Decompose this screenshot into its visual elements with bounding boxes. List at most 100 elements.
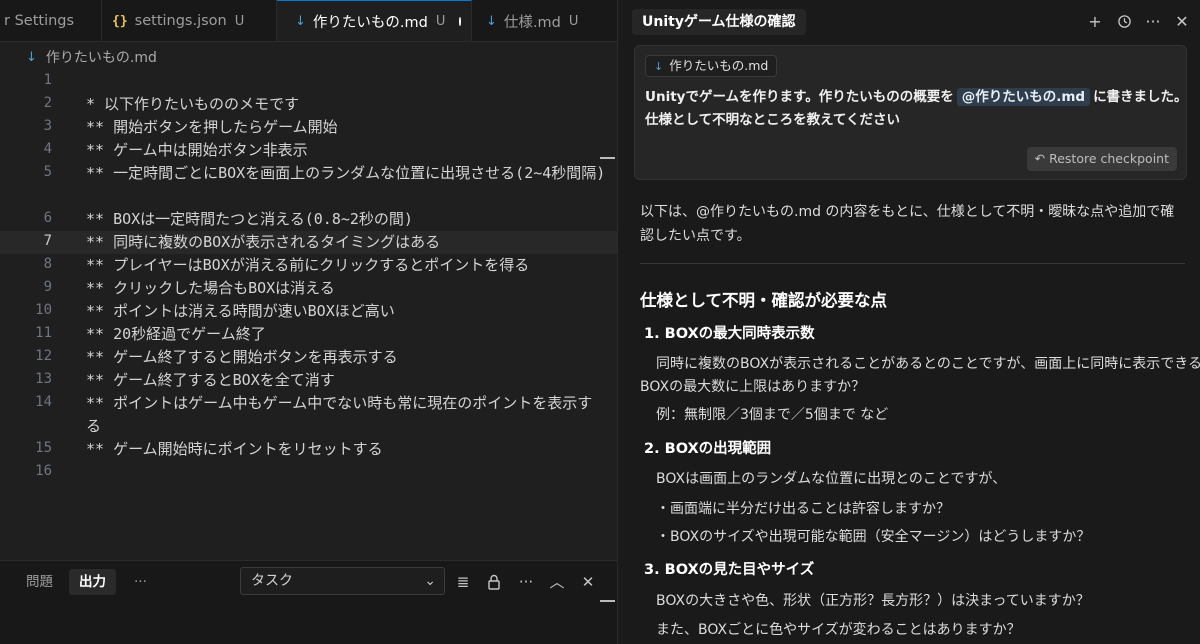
untracked-badge: U [234,13,245,29]
reply-text: BOXの大きさや色、形状（正方形？長方形？）は決まっていますか？ [656,593,1090,609]
lock-icon[interactable] [482,569,506,595]
line-text: ** ポイントは消える時間が速いBOXほど高い [86,302,395,320]
reply-text: BOXの最大数に上限はありますか？ [640,379,866,395]
line-number: 4 [43,141,52,157]
output-channel-value: タスク [251,573,293,589]
tab-output[interactable]: 出力 [69,569,116,595]
markdown-file-icon: ↓ [654,60,664,73]
line-number: 6 [43,210,52,226]
editor-line: 11 ** 20秒経過でゲーム終了 [0,323,617,346]
code-editor[interactable]: 1 2 * 以下作りたいもののメモです 3 ** 開始ボタンを押したらゲーム開始 4… [0,70,617,560]
markdown-file-icon: ↓ [486,13,497,29]
tab-label: settings.json [134,13,227,29]
editor-line: 1 [0,70,617,93]
new-chat-icon[interactable]: + [1083,9,1107,35]
unsaved-dot-icon[interactable] [459,17,461,26]
tab-tsukuritaimono-md[interactable]: ↓ 作りたいもの.md U [277,0,472,41]
line-number: 13 [35,371,52,387]
reply-text: 同時に複数のBOXが表示されることがあるとのことですが、画面上に同時に表示できる [656,356,1200,372]
tab-label: 仕様.md [503,14,561,31]
restore-label: Restore checkpoint [1049,151,1169,166]
reply-text: ・BOXのサイズや出現可能な範囲（安全マージン）はどうしますか？ [656,529,1091,545]
chevron-down-icon: ⌄ [424,573,436,589]
breadcrumb[interactable]: ↓ 作りたいもの.md [26,47,157,67]
line-number: 1 [43,72,52,88]
line-text: ** 一定時間ごとにBOXを画面上のランダムな位置に出現させる(2~4秒間隔) [86,164,606,182]
editor-line: 13 ** ゲーム終了するとBOXを全て消す [0,369,617,392]
reply-intro: 以下は、@作りたいもの.md の内容をもとに、仕様として不明・曖昧な点や追加で確… [640,204,1175,244]
overview-ruler-mark [600,600,615,602]
tab-settings-editor[interactable]: r Settings [0,0,102,41]
line-number: 12 [35,348,52,364]
line-text: ** ゲーム開始時にポイントをリセットする [86,440,383,458]
line-number: 11 [35,325,52,341]
line-number: 7 [43,233,52,249]
editor-line: 6 ** BOXは一定時間たつと消える(0.8~2秒の間) [0,208,617,231]
chevron-up-icon[interactable]: ︿ [545,569,569,595]
reply-text: ・画面端に半分だけ出ることは許容しますか？ [656,501,950,517]
line-number: 9 [43,279,52,295]
chat-title[interactable]: Unityゲーム仕様の確認 [632,9,806,35]
editor-tab-bar: r Settings {} settings.json U ↓ 作りたいもの.m… [0,0,617,42]
tab-problems[interactable]: 問題 [16,569,63,595]
bottom-panel: 問題 出力 ··· タスク ⌄ ≣ ··· ︿ ✕ [0,560,617,644]
editor-line: 2 * 以下作りたいもののメモです [0,93,617,116]
tab-label: r Settings [4,13,75,29]
close-icon[interactable]: ✕ [1170,9,1194,35]
line-number: 14 [35,394,52,410]
line-text: ** 20秒経過でゲーム終了 [86,325,266,343]
line-text: ** ゲーム終了するとBOXを全て消す [86,371,335,389]
line-number: 3 [43,118,52,134]
breadcrumb-file: 作りたいもの.md [45,50,157,66]
more-actions-icon[interactable]: ··· [514,569,538,595]
word-wrap-icon[interactable]: ≣ [451,569,475,595]
markdown-file-icon: ↓ [26,49,37,65]
more-actions-icon[interactable]: ··· [1141,9,1165,35]
editor-line: 12 ** ゲーム終了すると開始ボタンを再表示する [0,346,617,369]
editor-line: 16 [0,461,617,484]
editor-line: 10 ** ポイントは消える時間が速いBOXほど高い [0,300,617,323]
editor-line: 14 ** ポイントはゲーム中もゲーム中でない時も常に現在のポイントを表示する [0,392,617,438]
editor-line: 9 ** クリックした場合もBOXは消える [0,277,617,300]
tab-label: 作りたいもの.md [312,15,428,31]
chat-pane: Unityゲーム仕様の確認 + ··· ✕ ↓ 作りたいもの.md Unityでゲ… [617,0,1200,644]
line-text: ** ゲーム終了すると開始ボタンを再表示する [86,348,398,366]
line-text: ** プレイヤーはBOXが消える前にクリックするとポイントを得る [86,256,530,274]
reply-text: BOXは画面上のランダムな位置に出現とのことですが、 [656,471,1007,487]
restore-icon: ↶ [1034,151,1050,166]
chip-label: 作りたいもの.md [669,58,769,73]
output-channel-select[interactable]: タスク ⌄ [240,567,445,595]
section-title: 2. BOXの出現範囲 [644,441,772,457]
close-icon[interactable]: ✕ [576,569,600,595]
line-number: 5 [43,164,52,180]
file-mention[interactable]: @作りたいもの.md [956,88,1091,106]
line-number: 16 [35,463,52,479]
panel-more-button[interactable]: ··· [124,569,157,595]
json-file-icon: {} [112,13,128,29]
editor-line: 8 ** プレイヤーはBOXが消える前にクリックするとポイントを得る [0,254,617,277]
history-icon[interactable] [1112,9,1136,35]
user-text: に書きました。 [1093,89,1188,105]
line-number: 10 [35,302,52,318]
reply-heading: 仕様として不明・確認が必要な点 [640,291,888,310]
line-number: 2 [43,95,52,111]
markdown-file-icon: ↓ [295,14,306,29]
user-message[interactable]: ↓ 作りたいもの.md Unityでゲームを作ります。作りたいものの概要を @作りた… [634,45,1188,180]
tab-shiyou-md[interactable]: ↓ 仕様.md U [472,0,617,41]
section-title: 3. BOXの見た目やサイズ [644,562,815,578]
untracked-badge: U [435,14,446,29]
restore-checkpoint-button[interactable]: ↶ Restore checkpoint [1026,147,1177,171]
overview-ruler-mark [600,157,615,159]
editor-line: 3 ** 開始ボタンを押したらゲーム開始 [0,116,617,139]
line-number: 15 [35,440,52,456]
editor-line: 15 ** ゲーム開始時にポイントをリセットする [0,438,617,461]
user-message-line1: Unityでゲームを作ります。作りたいものの概要を @作りたいもの.md に書きまし… [645,85,1188,106]
line-text: * 以下作りたいもののメモです [86,95,300,113]
line-text: ** 同時に複数のBOXが表示されるタイミングはある [86,233,441,251]
editor-line-current: 7 ** 同時に複数のBOXが表示されるタイミングはある [0,231,617,254]
tab-settings-json[interactable]: {} settings.json U [102,0,277,41]
reply-text: 例：無制限／3個まで／5個まで など [656,407,889,423]
user-text: Unityでゲームを作ります。作りたいものの概要を [645,89,954,105]
untracked-badge: U [568,13,579,29]
context-file-chip[interactable]: ↓ 作りたいもの.md [645,55,778,77]
